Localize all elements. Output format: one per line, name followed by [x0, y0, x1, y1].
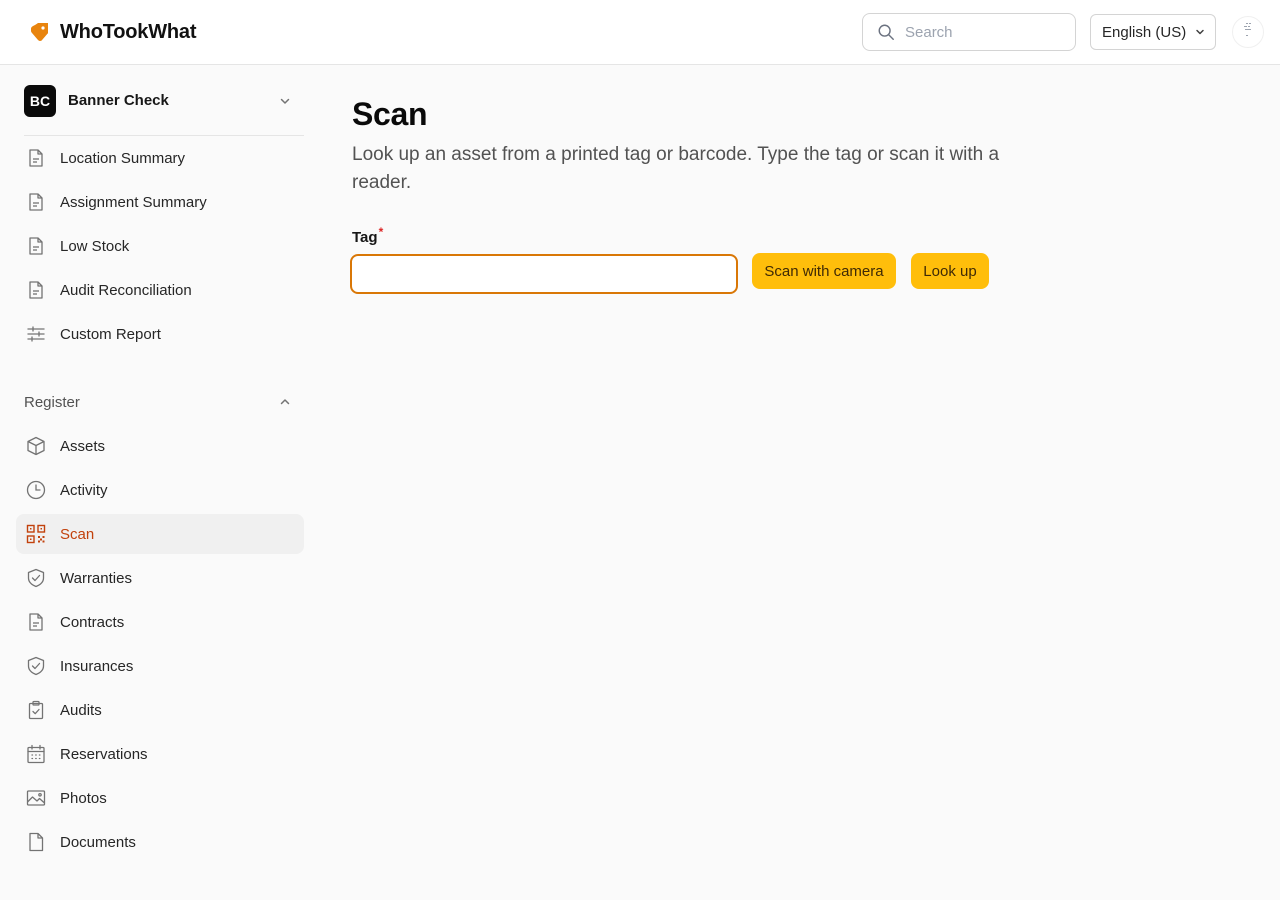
- language-label: English (US): [1102, 23, 1187, 41]
- user-avatar[interactable]: [1232, 16, 1264, 48]
- sidebar-section-register[interactable]: Register: [24, 391, 304, 413]
- sidebar-item-documents[interactable]: Documents: [16, 822, 304, 862]
- sidebar-item-label: Photos: [60, 789, 107, 807]
- file-text-icon: [29, 281, 43, 299]
- scan-with-camera-button[interactable]: Scan with camera: [752, 253, 896, 289]
- sidebar-item-photos[interactable]: Photos: [16, 778, 304, 818]
- section-title: Register: [24, 393, 80, 411]
- sidebar-item-scan[interactable]: Scan: [16, 514, 304, 554]
- sliders-icon: [27, 326, 45, 342]
- shield-check-icon: [27, 568, 45, 588]
- avatar-pattern-icon: [1244, 23, 1251, 36]
- sidebar-item-label: Documents: [60, 833, 136, 851]
- tag-label-text: Tag: [352, 229, 378, 246]
- sidebar-item-label: Low Stock: [60, 237, 130, 255]
- sidebar-item-label: Audits: [60, 701, 102, 719]
- sidebar-item-location-summary[interactable]: Location Summary: [16, 138, 304, 178]
- shield-check-icon: [27, 656, 45, 676]
- brand-name: WhoTookWhat: [60, 20, 197, 43]
- clipboard-check-icon: [28, 700, 44, 720]
- sidebar-item-activity[interactable]: Activity: [16, 470, 304, 510]
- file-text-icon: [29, 193, 43, 211]
- language-select[interactable]: English (US): [1090, 14, 1216, 50]
- top-bar: WhoTookWhat English (US): [0, 0, 1280, 65]
- sidebar-item-label: Assets: [60, 437, 106, 455]
- sidebar-item-label: Warranties: [60, 569, 132, 587]
- sidebar-item-assets[interactable]: Assets: [16, 426, 304, 466]
- box-icon: [27, 436, 45, 456]
- file-text-icon: [29, 613, 43, 631]
- search-icon: [878, 24, 894, 40]
- chevron-down-icon: [1196, 29, 1204, 35]
- chevron-down-icon: [280, 98, 290, 104]
- file-text-icon: [29, 149, 43, 167]
- org-switcher[interactable]: BC Banner Check: [24, 84, 304, 117]
- sidebar-item-label: Custom Report: [60, 325, 161, 343]
- sidebar-divider: [24, 135, 304, 136]
- sidebar: BC Banner Check Location Summary Assignm…: [0, 65, 320, 900]
- org-name: Banner Check: [68, 92, 169, 109]
- sidebar-item-label: Scan: [60, 525, 95, 543]
- page-title: Scan: [352, 96, 428, 132]
- chevron-up-icon: [280, 399, 290, 405]
- sidebar-item-label: Activity: [60, 481, 108, 499]
- tag-logo-icon: [31, 23, 48, 41]
- sidebar-item-label: Reservations: [60, 745, 148, 763]
- sidebar-item-contracts[interactable]: Contracts: [16, 602, 304, 642]
- required-marker: *: [378, 225, 384, 239]
- sidebar-item-label: Contracts: [60, 613, 125, 631]
- calendar-icon: [27, 744, 45, 764]
- search-box[interactable]: [862, 13, 1076, 51]
- sidebar-item-assignment-summary[interactable]: Assignment Summary: [16, 182, 304, 222]
- sidebar-item-audit-reconciliation[interactable]: Audit Reconciliation: [16, 270, 304, 310]
- brand[interactable]: WhoTookWhat: [28, 19, 196, 45]
- sidebar-item-custom-report[interactable]: Custom Report: [16, 314, 304, 354]
- tag-field-label: Tag*: [352, 225, 383, 246]
- qr-code-icon: [26, 524, 46, 544]
- sidebar-item-label: Location Summary: [60, 149, 186, 167]
- sidebar-item-low-stock[interactable]: Low Stock: [16, 226, 304, 266]
- sidebar-item-label: Audit Reconciliation: [60, 281, 192, 299]
- clock-icon: [26, 480, 46, 500]
- sidebar-item-reservations[interactable]: Reservations: [16, 734, 304, 774]
- page-description: Look up an asset from a printed tag or b…: [352, 144, 1000, 193]
- file-icon: [29, 832, 44, 852]
- image-icon: [26, 790, 46, 806]
- sidebar-item-warranties[interactable]: Warranties: [16, 558, 304, 598]
- search-input[interactable]: [905, 23, 1065, 41]
- look-up-button[interactable]: Look up: [911, 253, 989, 289]
- sidebar-item-audits[interactable]: Audits: [16, 690, 304, 730]
- org-badge: BC: [24, 84, 56, 117]
- tag-input[interactable]: [350, 254, 738, 294]
- sidebar-item-insurances[interactable]: Insurances: [16, 646, 304, 686]
- sidebar-item-label: Insurances: [60, 657, 134, 675]
- sidebar-item-label: Assignment Summary: [60, 193, 207, 211]
- file-text-icon: [29, 237, 43, 255]
